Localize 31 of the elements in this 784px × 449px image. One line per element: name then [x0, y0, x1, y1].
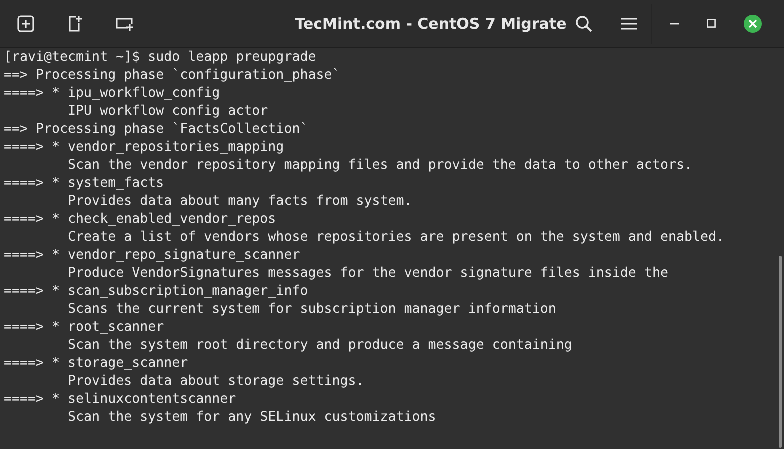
terminal-line: ==> Processing phase `FactsCollection`: [4, 121, 308, 139]
terminal-line: IPU workflow config actor: [67, 103, 268, 121]
terminal-line: Create a list of vendors whose repositories are present on the system and enabled.: [67, 229, 724, 247]
scrollbar[interactable]: [779, 256, 782, 448]
terminal-line: ====> * storage_scanner: [4, 355, 188, 373]
terminal-line: ====> * root_scanner: [4, 319, 164, 337]
close-icon[interactable]: [744, 14, 762, 32]
terminal-line: Scan the system root directory and produce a message containing: [67, 337, 572, 355]
maximize-icon[interactable]: [707, 19, 716, 28]
menu-icon[interactable]: [621, 16, 637, 30]
terminal-line: ====> * system_facts: [4, 175, 164, 193]
search-icon[interactable]: [575, 14, 593, 32]
terminal-line: ====> * vendor_repo_signature_scanner: [4, 247, 300, 265]
minimize-icon[interactable]: [670, 22, 679, 24]
terminal-line: Produce VendorSignatures messages for the vendor signature files inside the: [67, 265, 668, 283]
new-tab-icon[interactable]: [17, 14, 35, 32]
terminal-line: ====> * scan_subscription_manager_info: [4, 283, 308, 301]
terminal-line: Scans the current system for subscription manager information: [67, 301, 556, 319]
terminal-line: Scan the vendor repository mapping files and provide the data to other actors.: [67, 157, 692, 175]
terminal-line: ====> * check_enabled_vendor_repos: [4, 211, 276, 229]
terminal-line: ==> Processing phase `configuration_phase`: [4, 67, 340, 85]
new-document-icon[interactable]: [67, 14, 83, 32]
terminal-line: ====> * vendor_repositories_mapping: [4, 139, 284, 157]
terminal-line: Provides data about many facts from system.: [67, 193, 412, 211]
window-title: TecMint.com - CentOS 7 Migrate: [294, 14, 568, 32]
terminal-line: Provides data about storage settings.: [67, 373, 364, 391]
terminal-line: ====> * selinuxcontentscanner: [4, 391, 236, 409]
new-window-icon[interactable]: [115, 16, 135, 32]
terminal-line: [ravi@tecmint ~]$ sudo leapp preupgrade: [4, 49, 316, 67]
terminal-line: ====> * ipu_workflow_config: [4, 85, 220, 103]
terminal-line: Scan the system for any SELinux customizations: [67, 409, 436, 427]
